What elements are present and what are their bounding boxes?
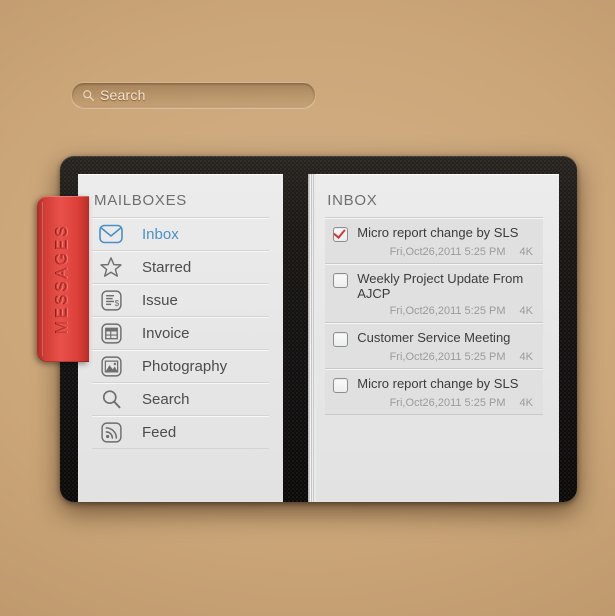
sidebar-item-label: Issue <box>142 291 178 309</box>
sidebar-item-label: Search <box>142 390 190 408</box>
email-size: 4K <box>519 397 533 409</box>
svg-text:$: $ <box>114 298 119 307</box>
sidebar-item-inbox[interactable]: Inbox <box>92 218 270 251</box>
email-size: 4K <box>519 305 533 317</box>
list-item[interactable]: Micro report change by SLS Fri,Oct26,201… <box>325 218 543 264</box>
sidebar-item-label: Inbox <box>142 225 179 243</box>
list-item[interactable]: Weekly Project Update From AJCP Fri,Oct2… <box>325 264 543 323</box>
sidebar-item-label: Feed <box>142 423 177 441</box>
email-subject: Customer Service Meeting <box>357 330 511 345</box>
sidebar-item-label: Photography <box>142 357 228 375</box>
table-icon <box>96 320 126 346</box>
email-subject: Micro report change by SLS <box>357 376 519 391</box>
invoice-doc-icon: $ <box>96 287 126 313</box>
image-icon <box>96 353 126 379</box>
search-input[interactable]: Search <box>71 82 316 108</box>
sidebar-item-starred[interactable]: Starred <box>92 251 270 284</box>
email-size: 4K <box>519 351 533 363</box>
email-checkbox[interactable] <box>333 273 349 288</box>
list-item[interactable]: Customer Service Meeting Fri,Oct26,2011 … <box>325 323 543 369</box>
sidebar-item-label: Starred <box>142 258 192 276</box>
rss-icon <box>96 419 126 445</box>
email-date: Fri,Oct26,2011 5:25 PM <box>389 305 506 317</box>
binder-frame: MAILBOXES Inbox Starred $ Issue Invoice … <box>60 156 577 502</box>
messages-bookmark-tab[interactable]: MESSAGES <box>37 196 89 362</box>
email-subject: Weekly Project Update From AJCP <box>357 271 524 301</box>
email-list: Micro report change by SLS Fri,Oct26,201… <box>325 217 543 415</box>
email-date: Fri,Oct26,2011 5:25 PM <box>389 246 506 258</box>
sidebar-item-feed[interactable]: Feed <box>92 416 270 449</box>
email-checkbox[interactable] <box>333 332 349 347</box>
email-size: 4K <box>519 246 533 258</box>
list-item[interactable]: Micro report change by SLS Fri,Oct26,201… <box>325 369 543 415</box>
email-date: Fri,Oct26,2011 5:25 PM <box>389 351 506 363</box>
mailboxes-heading: MAILBOXES <box>94 192 187 209</box>
search-icon <box>82 89 95 102</box>
search-icon <box>96 386 126 412</box>
sidebar-item-search[interactable]: Search <box>92 383 270 416</box>
email-checkbox[interactable] <box>333 227 349 242</box>
envelope-icon <box>96 221 126 247</box>
bookmark-label: MESSAGES <box>54 223 71 335</box>
sidebar-item-label: Invoice <box>142 324 190 342</box>
email-subject: Micro report change by SLS <box>357 225 519 240</box>
sidebar-item-issue[interactable]: $ Issue <box>92 284 270 317</box>
email-date: Fri,Oct26,2011 5:25 PM <box>389 397 506 409</box>
mailboxes-page: MAILBOXES Inbox Starred $ Issue Invoice … <box>78 174 284 502</box>
inbox-page: INBOX Micro report change by SLS Fri,Oct… <box>308 174 559 502</box>
star-icon <box>96 254 126 280</box>
inbox-heading: INBOX <box>327 192 378 209</box>
binder-spine <box>283 174 308 502</box>
search-placeholder-text: Search <box>100 87 146 103</box>
mailbox-list: Inbox Starred $ Issue Invoice Photograph… <box>92 217 270 449</box>
sidebar-item-invoice[interactable]: Invoice <box>92 317 270 350</box>
sidebar-item-photography[interactable]: Photography <box>92 350 270 383</box>
email-checkbox[interactable] <box>333 378 349 393</box>
